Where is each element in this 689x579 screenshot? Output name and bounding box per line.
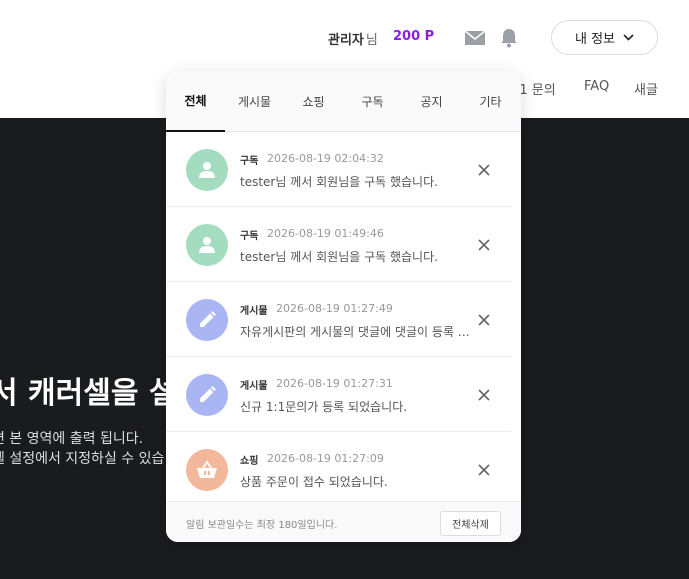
notification-item[interactable]: 게시물 2026-08-19 01:27:31 신규 1:1문의가 등록 되었습…	[166, 357, 511, 432]
tab-posts[interactable]: 게시물	[225, 71, 284, 132]
delete-all-button[interactable]: 전체삭제	[440, 511, 501, 536]
user-name: 관리자 님	[328, 33, 378, 48]
nav-new-posts-link[interactable]: 새글	[634, 79, 658, 98]
my-info-label: 내 정보	[574, 32, 615, 47]
tab-shopping[interactable]: 쇼핑	[284, 71, 343, 132]
close-icon[interactable]	[477, 463, 491, 477]
close-icon[interactable]	[477, 388, 491, 402]
tab-all[interactable]: 전체	[166, 71, 225, 132]
mail-icon[interactable]	[464, 29, 486, 47]
notification-date: 2026-08-19 01:27:09	[267, 452, 384, 465]
notification-text: 신규 1:1문의가 등록 되었습니다.	[240, 400, 408, 414]
retention-note: 알림 보관일수는 최장 180일입니다.	[186, 520, 338, 531]
user-icon	[186, 224, 228, 266]
nav-qna-link[interactable]: :1 문의	[515, 79, 556, 98]
tab-subscription[interactable]: 구독	[343, 71, 402, 132]
close-icon[interactable]	[477, 163, 491, 177]
pencil-icon	[186, 374, 228, 416]
notification-text: tester님 께서 회원님을 구독 했습니다.	[240, 250, 438, 264]
user-icon	[186, 149, 228, 191]
notification-date: 2026-08-19 01:27:49	[276, 302, 393, 315]
notification-category: 구독	[240, 156, 259, 167]
notification-item[interactable]: 게시물 2026-08-19 01:27:49 자유게시판의 게시물의 댓글에 …	[166, 282, 511, 357]
notification-item[interactable]: 구독 2026-08-19 01:49:46 tester님 께서 회원님을 구…	[166, 207, 511, 282]
notification-item[interactable]: 구독 2026-08-19 02:04:32 tester님 께서 회원님을 구…	[166, 132, 511, 207]
notification-date: 2026-08-19 01:49:46	[267, 227, 384, 240]
hero-title: 서 캐러셀을 설	[0, 376, 177, 411]
chevron-down-icon	[623, 34, 634, 41]
bell-icon[interactable]	[499, 27, 519, 48]
notification-popup: 전체 게시물 쇼핑 구독 공지 기타 구독 2026-08-19 02:04:3…	[166, 71, 521, 542]
tab-etc[interactable]: 기타	[461, 71, 520, 132]
my-info-button[interactable]: 내 정보	[551, 20, 658, 55]
notification-category: 쇼핑	[240, 456, 259, 467]
notification-category: 게시물	[240, 306, 268, 317]
tab-notice[interactable]: 공지	[402, 71, 461, 132]
user-points: 200 P	[393, 29, 435, 44]
notification-date: 2026-08-19 02:04:32	[267, 152, 384, 165]
notification-category: 구독	[240, 231, 259, 242]
notification-text: 상품 주문이 접수 되었습니다.	[240, 475, 388, 489]
notification-footer: 알림 보관일수는 최장 180일입니다. 전체삭제	[166, 501, 521, 542]
notification-date: 2026-08-19 01:27:31	[276, 377, 393, 390]
hero-description-line1: 면 본 영역에 출력 됩니다.	[0, 431, 144, 447]
notification-item[interactable]: 쇼핑 2026-08-19 01:27:09 상품 주문이 접수 되었습니다.	[166, 432, 511, 507]
close-icon[interactable]	[477, 313, 491, 327]
notification-text: tester님 께서 회원님을 구독 했습니다.	[240, 175, 438, 189]
hero-description-line2: 셀 설정에서 지정하실 수 있습	[0, 451, 165, 467]
basket-icon	[186, 449, 228, 491]
notification-category: 게시물	[240, 381, 268, 392]
nav-faq-link[interactable]: FAQ	[584, 79, 609, 94]
close-icon[interactable]	[477, 238, 491, 252]
pencil-icon	[186, 299, 228, 341]
notification-text: 자유게시판의 게시물의 댓글에 댓글이 등록 되었습니다.	[240, 325, 472, 339]
notification-tabs: 전체 게시물 쇼핑 구독 공지 기타	[166, 71, 521, 132]
